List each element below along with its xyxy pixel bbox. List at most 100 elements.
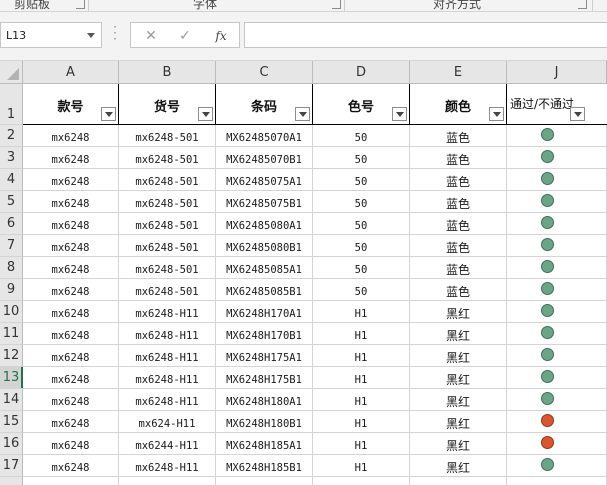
cell-b12[interactable]: mx6248-H11 xyxy=(119,345,216,367)
row-header-3[interactable]: 3 xyxy=(0,147,23,169)
cell-c6[interactable]: MX62485080A1 xyxy=(216,213,313,235)
cell-c3[interactable]: MX62485070B1 xyxy=(216,147,313,169)
cell-j8[interactable] xyxy=(507,257,607,279)
row-header-9[interactable]: 9 xyxy=(0,279,23,301)
cell-b17[interactable]: mx6248-H11 xyxy=(119,455,216,477)
cell-d12[interactable]: H1 xyxy=(313,345,410,367)
cell-j15[interactable] xyxy=(507,411,607,433)
cell-e13[interactable]: 黑红 xyxy=(410,367,507,389)
cell-d17[interactable]: H1 xyxy=(313,455,410,477)
cell-b11[interactable]: mx6248-H11 xyxy=(119,323,216,345)
cell-b7[interactable]: mx6248-501 xyxy=(119,235,216,257)
cell-j7[interactable] xyxy=(507,235,607,257)
filter-dropdown-icon[interactable] xyxy=(295,107,310,121)
cell-e4[interactable]: 蓝色 xyxy=(410,169,507,191)
cell-a9[interactable]: mx6248 xyxy=(23,279,119,301)
header-cell-a[interactable]: 款号 xyxy=(23,84,119,125)
row-header-8[interactable]: 8 xyxy=(0,257,23,279)
cell-c10[interactable]: MX6248H170A1 xyxy=(216,301,313,323)
row-header-15[interactable]: 15 xyxy=(0,411,23,433)
cell-d15[interactable]: H1 xyxy=(313,411,410,433)
formula-input[interactable] xyxy=(244,22,607,48)
cell-j10[interactable] xyxy=(507,301,607,323)
cell-j17[interactable] xyxy=(507,455,607,477)
cell-j16[interactable] xyxy=(507,433,607,455)
cell-c9[interactable]: MX62485085B1 xyxy=(216,279,313,301)
cell-j13[interactable] xyxy=(507,367,607,389)
cell-a6[interactable]: mx6248 xyxy=(23,213,119,235)
clipboard-launcher-icon[interactable] xyxy=(76,0,85,9)
cell-e2[interactable]: 蓝色 xyxy=(410,125,507,147)
row-header-16[interactable]: 16 xyxy=(0,433,23,455)
cell-e12[interactable]: 黑红 xyxy=(410,345,507,367)
row-header-12[interactable]: 12 xyxy=(0,345,23,367)
vertical-dots-icon[interactable]: · · · xyxy=(112,21,118,45)
cell-e7[interactable]: 蓝色 xyxy=(410,235,507,257)
cell-b3[interactable]: mx6248-501 xyxy=(119,147,216,169)
cell-c15[interactable]: MX6248H180B1 xyxy=(216,411,313,433)
column-header-j[interactable]: J xyxy=(507,61,607,84)
cell-a4[interactable]: mx6248 xyxy=(23,169,119,191)
cell-d10[interactable]: H1 xyxy=(313,301,410,323)
cell-a3[interactable]: mx6248 xyxy=(23,147,119,169)
cell-a8[interactable]: mx6248 xyxy=(23,257,119,279)
row-header-7[interactable]: 7 xyxy=(0,235,23,257)
chevron-down-icon[interactable] xyxy=(87,33,95,38)
cell-j4[interactable] xyxy=(507,169,607,191)
cell-a17[interactable]: mx6248 xyxy=(23,455,119,477)
row-header-13[interactable]: 13 xyxy=(0,367,23,389)
cell-d9[interactable]: 50 xyxy=(313,279,410,301)
header-cell-b[interactable]: 货号 xyxy=(119,84,216,125)
header-cell-d[interactable]: 色号 xyxy=(313,84,410,125)
cell-j9[interactable] xyxy=(507,279,607,301)
cell-j14[interactable] xyxy=(507,389,607,411)
cell-a16[interactable]: mx6248 xyxy=(23,433,119,455)
filter-dropdown-icon[interactable] xyxy=(489,107,504,121)
filter-dropdown-icon[interactable] xyxy=(101,107,116,121)
cell-a5[interactable]: mx6248 xyxy=(23,191,119,213)
row-header-1[interactable]: 1 xyxy=(0,84,23,125)
cell-d4[interactable]: 50 xyxy=(313,169,410,191)
cell-c14[interactable]: MX6248H180A1 xyxy=(216,389,313,411)
cell-b10[interactable]: mx6248-H11 xyxy=(119,301,216,323)
cell-b13[interactable]: mx6248-H11 xyxy=(119,367,216,389)
cell-a7[interactable]: mx6248 xyxy=(23,235,119,257)
cell-e9[interactable]: 蓝色 xyxy=(410,279,507,301)
cell-b4[interactable]: mx6248-501 xyxy=(119,169,216,191)
cell-c2[interactable]: MX62485070A1 xyxy=(216,125,313,147)
row-header-4[interactable]: 4 xyxy=(0,169,23,191)
cell-d7[interactable]: 50 xyxy=(313,235,410,257)
cell-d11[interactable]: H1 xyxy=(313,323,410,345)
cell-e16[interactable]: 黑红 xyxy=(410,433,507,455)
cell-c17[interactable]: MX6248H185B1 xyxy=(216,455,313,477)
close-icon[interactable]: ✕ xyxy=(139,26,163,46)
column-header-c[interactable]: C xyxy=(216,61,313,84)
cell-a15[interactable]: mx6248 xyxy=(23,411,119,433)
cell-d16[interactable]: H1 xyxy=(313,433,410,455)
row-header-5[interactable]: 5 xyxy=(0,191,23,213)
cell-b5[interactable]: mx6248-501 xyxy=(119,191,216,213)
cell-b2[interactable]: mx6248-501 xyxy=(119,125,216,147)
cell-e3[interactable]: 蓝色 xyxy=(410,147,507,169)
font-launcher-icon[interactable] xyxy=(332,0,341,9)
cell-d8[interactable]: 50 xyxy=(313,257,410,279)
cell-c13[interactable]: MX6248H175B1 xyxy=(216,367,313,389)
header-cell-e[interactable]: 颜色 xyxy=(410,84,507,125)
cell-j5[interactable] xyxy=(507,191,607,213)
cell-b15[interactable]: mx624-H11 xyxy=(119,411,216,433)
cell-j6[interactable] xyxy=(507,213,607,235)
header-cell-j[interactable]: 通过/不通过 xyxy=(507,84,607,125)
cell-a2[interactable]: mx6248 xyxy=(23,125,119,147)
cell-c16[interactable]: MX6248H185A1 xyxy=(216,433,313,455)
cell-c11[interactable]: MX6248H170B1 xyxy=(216,323,313,345)
filter-dropdown-icon[interactable] xyxy=(392,107,407,121)
cell-j2[interactable] xyxy=(507,125,607,147)
filter-dropdown-icon[interactable] xyxy=(198,107,213,121)
cell-c12[interactable]: MX6248H175A1 xyxy=(216,345,313,367)
row-header-17[interactable]: 17 xyxy=(0,455,23,477)
cell-j12[interactable] xyxy=(507,345,607,367)
cell-a14[interactable]: mx6248 xyxy=(23,389,119,411)
cell-j11[interactable] xyxy=(507,323,607,345)
cell-d5[interactable]: 50 xyxy=(313,191,410,213)
cell-c4[interactable]: MX62485075A1 xyxy=(216,169,313,191)
